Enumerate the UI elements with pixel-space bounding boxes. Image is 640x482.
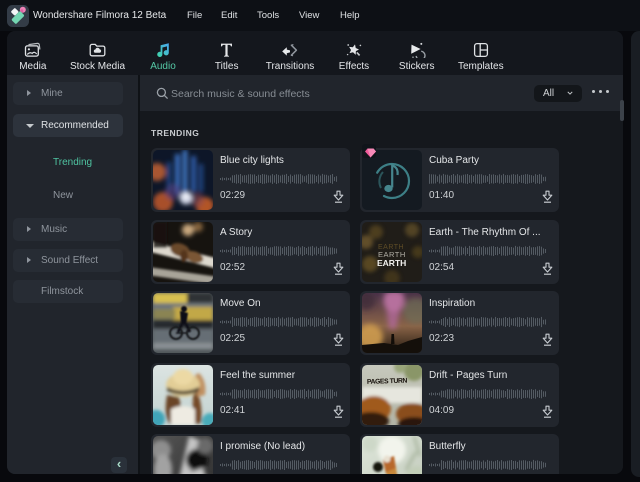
svg-text:PAGES TURN: PAGES TURN (367, 377, 408, 385)
svg-text:EARTH: EARTH (377, 258, 406, 268)
